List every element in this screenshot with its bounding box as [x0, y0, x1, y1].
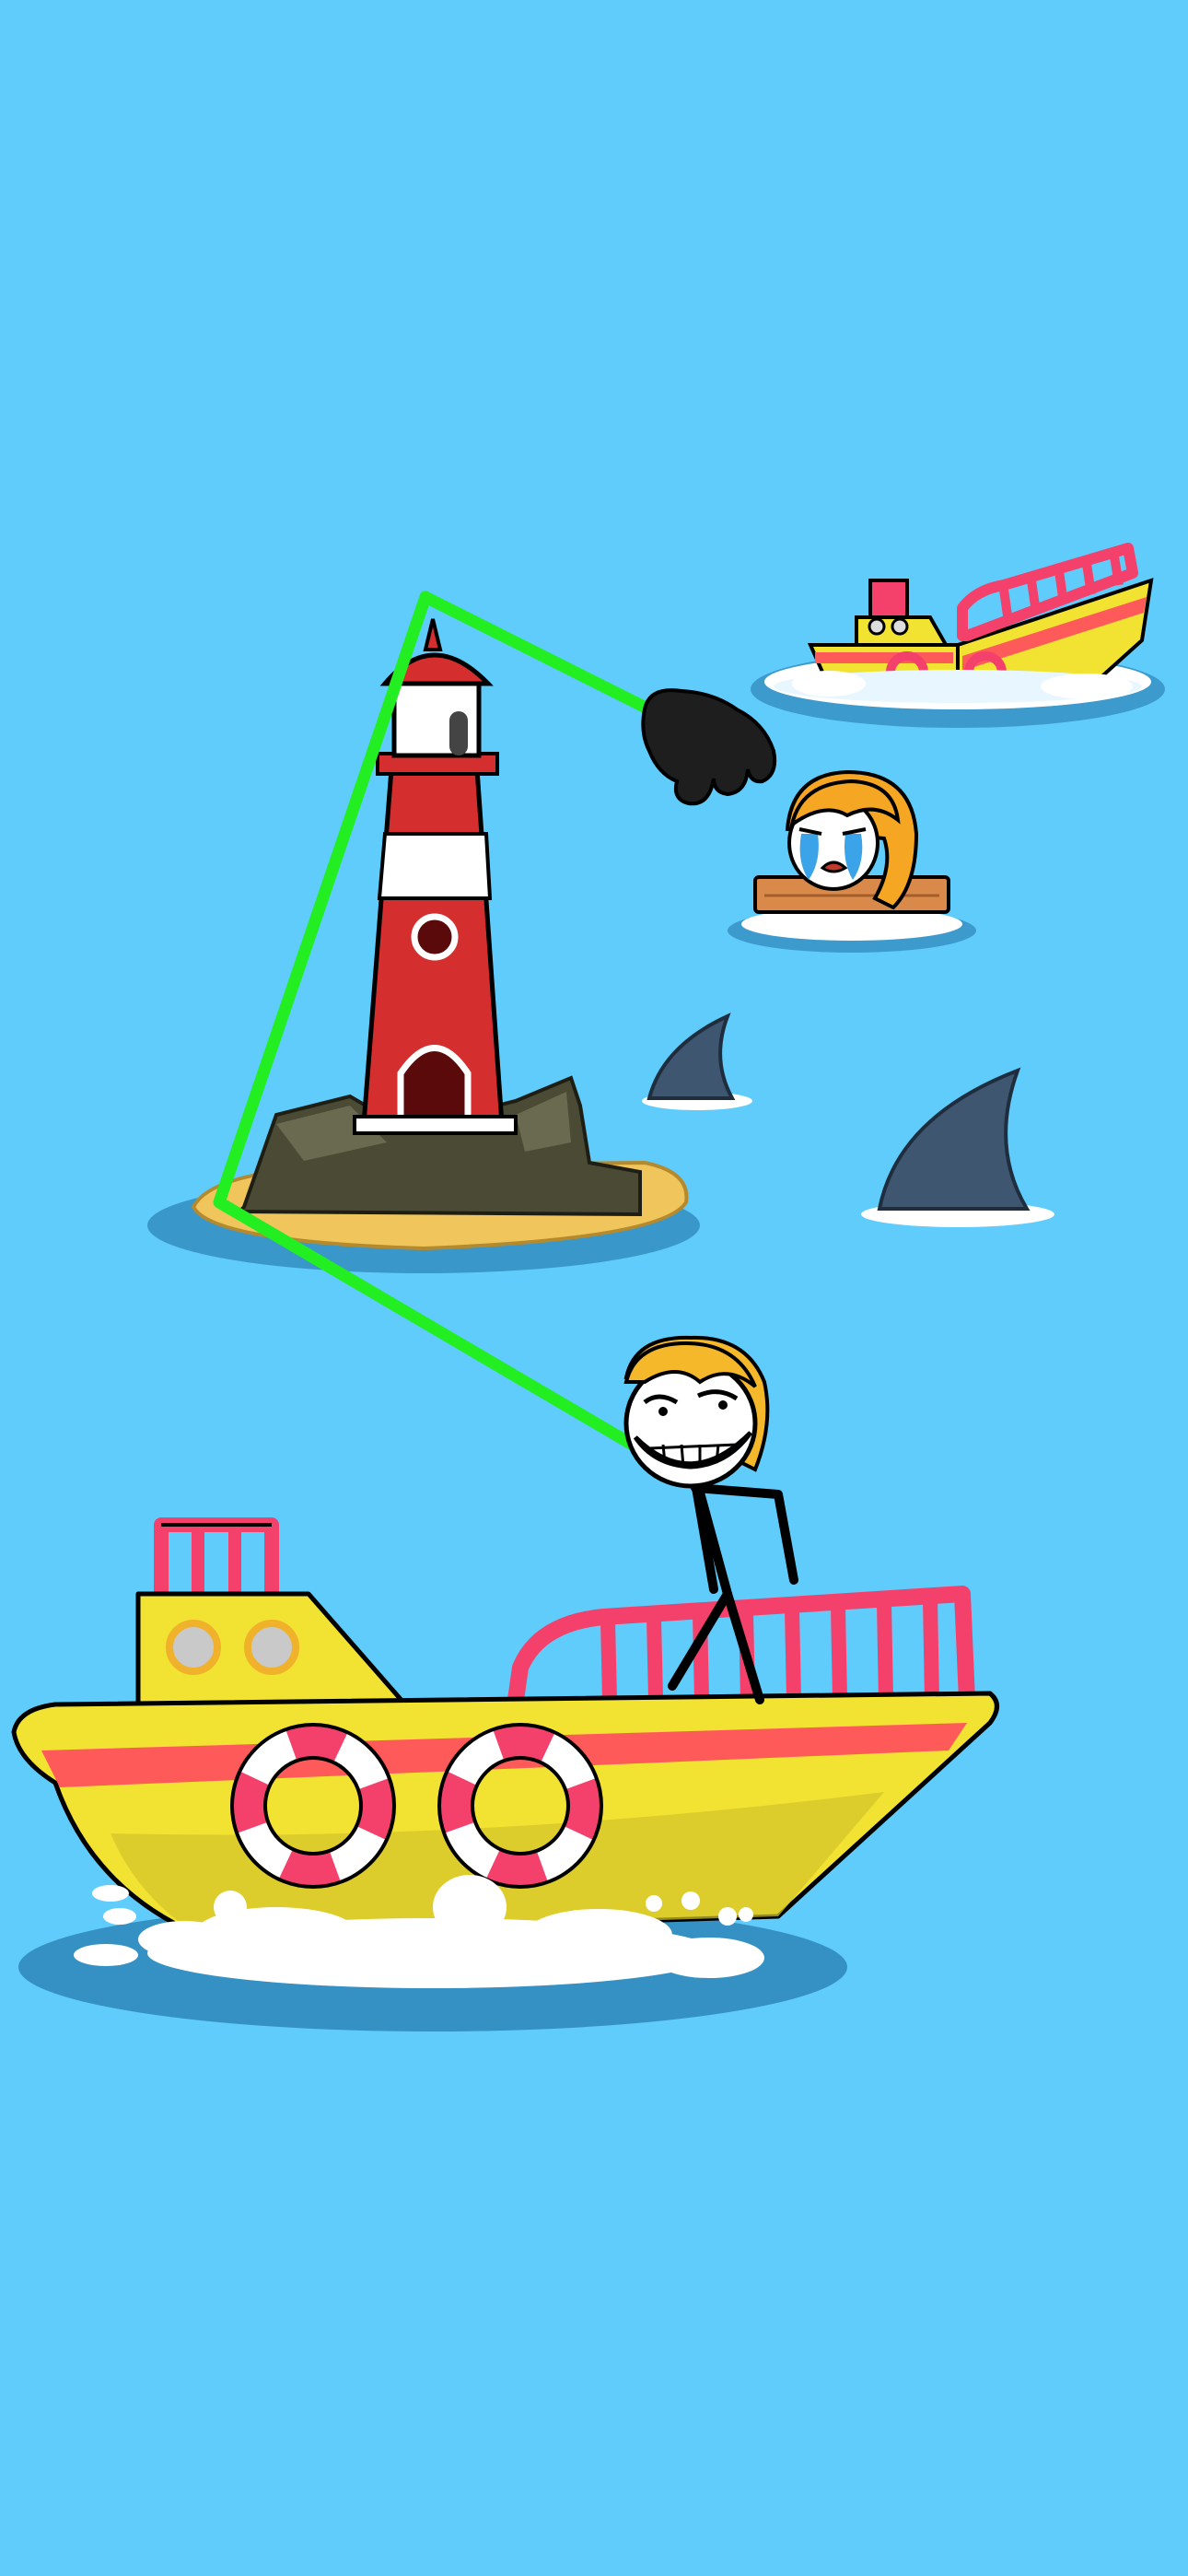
game-scene[interactable] — [0, 0, 1188, 2576]
trollface-icon — [623, 1335, 770, 1489]
sea-background — [0, 0, 1188, 2576]
